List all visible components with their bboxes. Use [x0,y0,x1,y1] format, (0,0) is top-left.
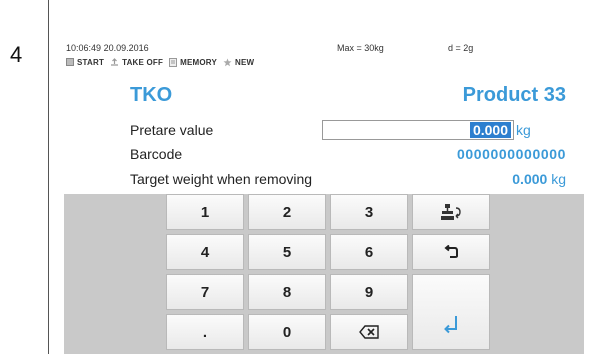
key-6[interactable]: 6 [330,234,408,270]
key-decimal[interactable]: . [166,314,244,350]
key-8[interactable]: 8 [248,274,326,310]
back-icon [444,245,458,258]
target-weight-value[interactable]: 0.000 kg [512,171,566,187]
target-weight-unit: kg [551,171,566,187]
key-0[interactable]: 0 [248,314,326,350]
status-max-capacity: Max = 30kg [337,43,384,53]
menu-start-label: START [77,57,105,67]
pretare-unit: kg [516,122,531,138]
key-3[interactable]: 3 [330,194,408,230]
key-back[interactable] [412,234,490,270]
key-2[interactable]: 2 [248,194,326,230]
key-4[interactable]: 4 [166,234,244,270]
key-enter[interactable] [412,274,490,350]
mode-title: TKO [130,84,173,106]
barcode-label: Barcode [130,146,183,162]
menu-bar: START TAKE OFF MEMORY NEW [64,54,254,70]
numeric-keypad: 1 2 3 4 5 6 7 8 9 . 0 [64,194,584,354]
menu-memory[interactable]: MEMORY [169,57,217,67]
pretare-label: Pretare value [130,122,214,138]
barcode-value[interactable]: 0000000000000 [457,146,566,162]
key-5[interactable]: 5 [248,234,326,270]
take-off-icon [111,57,119,66]
enter-icon [444,316,457,334]
memory-icon [169,57,178,67]
pretare-input[interactable]: 0.000 [322,120,514,140]
pretare-value: 0.000 [469,122,511,138]
status-division: d = 2g [448,43,474,53]
status-date: 20.09.2016 [103,43,149,53]
menu-take-off-label: TAKE OFF [122,57,164,67]
key-1[interactable]: 1 [166,194,244,230]
menu-take-off[interactable]: TAKE OFF [110,58,163,67]
menu-start[interactable]: START [66,58,104,67]
key-9[interactable]: 9 [330,274,408,310]
key-backspace[interactable] [330,314,408,350]
target-weight-label: Target weight when removing [130,171,313,187]
status-time: 10:06:49 [66,43,102,53]
key-scale-tare[interactable] [412,194,490,230]
menu-new-label: NEW [235,57,255,67]
status-datetime: 10:06:49 20.09.2016 [66,43,149,53]
square-icon [66,58,74,66]
step-number: 4 [10,42,23,67]
product-name: Product 33 [462,84,566,106]
menu-memory-label: MEMORY [180,57,217,67]
menu-new[interactable]: NEW [223,58,254,67]
key-7[interactable]: 7 [166,274,244,310]
backspace-icon [359,325,379,339]
terminal-screen: 10:06:49 20.09.2016 Max = 30kg d = 2g ST… [64,40,584,354]
target-weight-number: 0.000 [512,171,548,187]
scale-tare-icon [441,204,461,220]
star-icon [223,58,232,66]
margin-rule [48,0,49,354]
